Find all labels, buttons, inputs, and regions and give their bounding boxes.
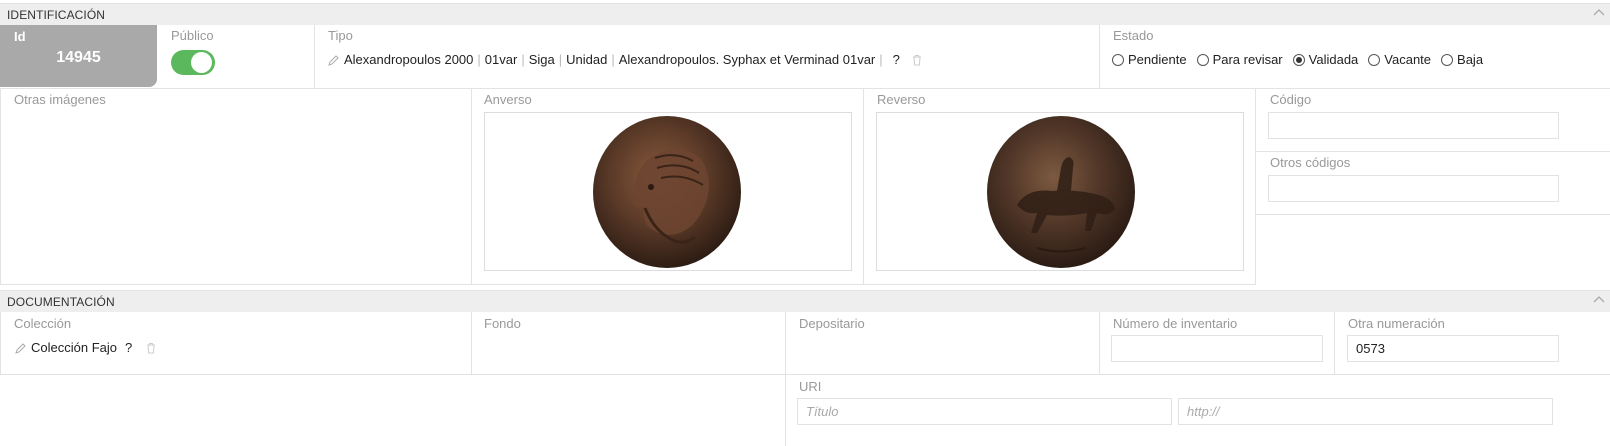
help-link[interactable]: ? (125, 340, 132, 355)
uri-label: URI (799, 379, 822, 394)
publico-label: Público (171, 28, 214, 43)
id-label: Id (14, 29, 26, 44)
trash-icon[interactable] (912, 54, 922, 66)
codigo-label: Código (1270, 92, 1312, 107)
otras-imagenes-label: Otras imágenes (14, 92, 106, 107)
identificacion-section-header[interactable]: IDENTIFICACIÓN (0, 3, 1610, 25)
coleccion-value: Colección Fajo ? (15, 340, 156, 355)
reverso-label: Reverso (877, 92, 926, 107)
estado-radio-validada[interactable]: Validada (1292, 52, 1359, 67)
tipo-label: Tipo (328, 28, 353, 43)
chevron-up-icon[interactable] (1592, 293, 1606, 307)
publico-toggle[interactable] (171, 50, 215, 75)
coleccion-label: Colección (14, 316, 72, 331)
coleccion-name: Colección Fajo (31, 340, 117, 355)
codigo-input[interactable] (1268, 112, 1559, 139)
anverso-image-frame[interactable] (484, 112, 852, 271)
uri-url-input[interactable] (1178, 398, 1553, 425)
radio-label: Para revisar (1212, 52, 1283, 67)
section-title: IDENTIFICACIÓN (7, 8, 106, 22)
tipo-part: 01var (484, 52, 518, 67)
depositario-label: Depositario (799, 316, 865, 331)
otros-codigos-input[interactable] (1268, 175, 1559, 202)
radio-circle (1112, 53, 1124, 66)
radio-label: Validada (1308, 52, 1359, 67)
radio-circle (1196, 53, 1209, 66)
radio-label: Baja (1457, 52, 1484, 67)
documentacion-section-header[interactable]: DOCUMENTACIÓN (0, 290, 1610, 312)
tipo-part: Alexandropoulos. Syphax et Verminad 01va… (618, 52, 876, 67)
anverso-label: Anverso (484, 92, 532, 107)
tipo-part: Siga (528, 52, 555, 67)
toggle-knob (191, 52, 212, 73)
radio-circle (1441, 53, 1454, 66)
reverso-image-frame[interactable] (876, 112, 1244, 271)
fondo-label: Fondo (484, 316, 521, 331)
estado-radio-group: Pendiente Para revisar Validada Vacante … (1112, 52, 1493, 67)
chevron-up-icon[interactable] (1592, 6, 1606, 20)
estado-radio-baja[interactable]: Baja (1441, 52, 1483, 67)
inventario-label: Número de inventario (1113, 316, 1238, 331)
inventario-input[interactable] (1111, 335, 1323, 362)
radio-label: Pendiente (1128, 52, 1187, 67)
id-value: 14945 (56, 49, 101, 66)
otra-numeracion-label: Otra numeración (1348, 316, 1445, 331)
radio-circle (1292, 53, 1305, 66)
trash-icon[interactable] (146, 342, 156, 354)
help-link[interactable]: ? (893, 52, 900, 67)
radio-circle (1368, 53, 1381, 66)
anverso-coin-image (593, 116, 741, 268)
pencil-icon[interactable] (15, 342, 27, 354)
estado-label: Estado (1113, 28, 1154, 43)
uri-title-input[interactable] (797, 398, 1172, 425)
radio-label: Vacante (1384, 52, 1432, 67)
id-box: Id 14945 (0, 25, 157, 87)
section-title: DOCUMENTACIÓN (7, 295, 115, 309)
estado-radio-vacante[interactable]: Vacante (1368, 52, 1431, 67)
estado-radio-pendiente[interactable]: Pendiente (1112, 52, 1187, 67)
otra-numeracion-input[interactable] (1347, 335, 1559, 362)
pencil-icon[interactable] (328, 54, 340, 66)
tipo-part: Unidad (566, 52, 608, 67)
reverso-coin-image (987, 116, 1135, 268)
tipo-part: Alexandropoulos 2000 (344, 52, 474, 67)
estado-radio-para-revisar[interactable]: Para revisar (1196, 52, 1283, 67)
tipo-value: Alexandropoulos 2000 | 01var | Siga | Unida… (328, 52, 922, 67)
otros-codigos-label: Otros códigos (1270, 155, 1351, 170)
